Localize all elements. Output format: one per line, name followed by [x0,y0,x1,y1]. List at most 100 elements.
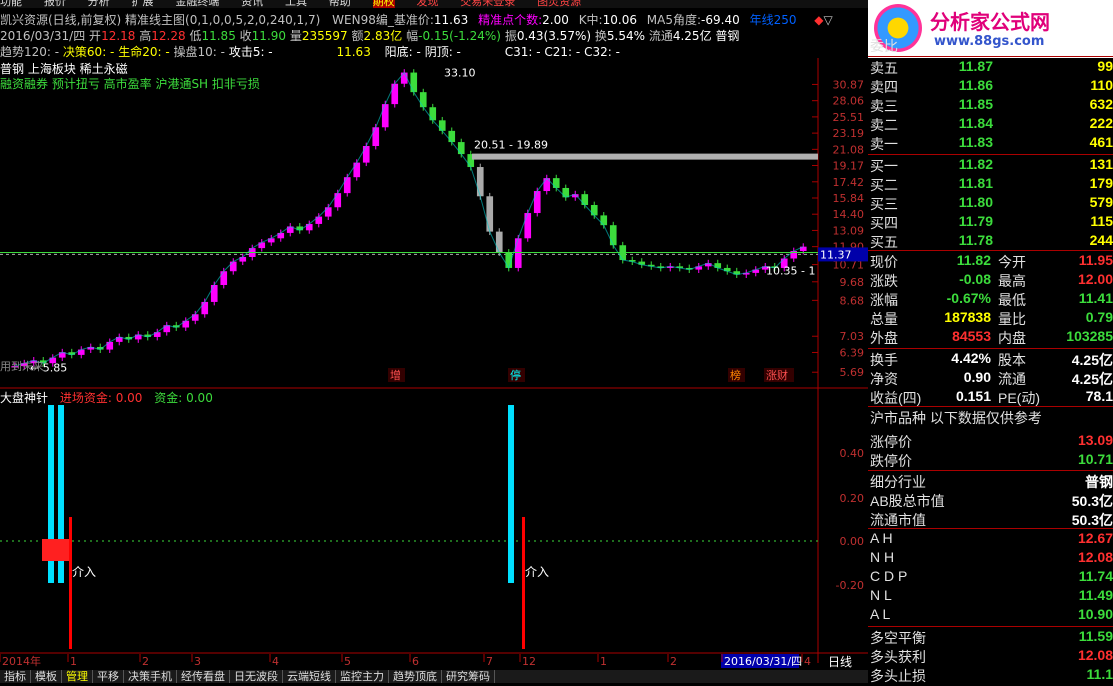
tab-chips[interactable]: 研究筹码 [442,670,495,683]
sell-price: 11.85 [958,96,993,112]
stat-value: 4.25亿 [1071,352,1113,368]
sell-label: 卖一 [870,136,898,152]
menu-item[interactable]: 报价 [44,0,66,8]
buy-row[interactable]: 买五 11.78 244 [868,232,1113,251]
tab-indicator[interactable]: 指标 [0,670,31,683]
stat-label: 股本 [998,352,1026,368]
time-label: 5 [344,655,351,668]
stat-label: 内盘 [998,330,1026,346]
candle-body [429,107,437,121]
menu-item[interactable]: 分析 [88,0,110,8]
buy-volume: 131 [1089,156,1113,172]
triangle-icon[interactable]: ▽ [824,13,833,27]
tab-jingchuan[interactable]: 经传看盘 [177,670,230,683]
menu-item[interactable]: 图灵资源 [537,0,581,8]
buy-row[interactable]: 买一 11.82 131 [868,156,1113,175]
cyan-signal-bar [508,405,514,583]
menu-item[interactable]: 资讯 [241,0,263,8]
trend-value: 趋势120: - [0,45,60,59]
stat-row: 总量 187838 量比 0.79 [868,309,1113,328]
op-value: 操盘10: - [173,45,225,59]
menu-item[interactable]: 帮助 [329,0,351,8]
menu-item[interactable]: 工具 [285,0,307,8]
buy-row[interactable]: 买二 11.81 179 [868,175,1113,194]
tab-decision[interactable]: 决策手机 [124,670,177,683]
level-label: A H [870,530,893,546]
sub-tick-label: 0.00 [840,535,865,548]
info-row: 细分行业 普钢 [868,472,1113,491]
stat-label: 总量 [870,311,898,327]
tab-shift[interactable]: 平移 [93,670,124,683]
info-value: 50.3亿 [1071,493,1113,509]
time-label: 12 [522,655,536,668]
red-signal-line [522,517,525,649]
candle-body [106,341,114,350]
time-label: 4 [272,655,279,668]
candle-body [353,162,361,178]
stat-value: 84553 [952,328,991,344]
time-label: 2 [142,655,149,668]
buy-row[interactable]: 买四 11.79 115 [868,213,1113,232]
level-row: C D P 11.74 [868,568,1113,587]
sell-row[interactable]: 卖一 11.83 461 [868,134,1113,153]
kline-chart[interactable]: 30.87 28.06 25.51 23.19 21.08 19.17 17.42 15.84… [0,58,868,670]
level-row: N L 11.49 [868,587,1113,606]
future-hint: 用到未来 [0,360,44,373]
level-value: 10.90 [1077,606,1113,622]
tab-cloud[interactable]: 云端短线 [283,670,336,683]
time-label: 7 [486,655,493,668]
sell-label: 卖二 [870,117,898,133]
tab-manage[interactable]: 管理 [62,670,93,683]
price-tick-label: 21.08 [833,143,865,156]
divider [868,250,1113,251]
sell-row[interactable]: 卖二 11.84 222 [868,115,1113,134]
turn-label: 换 [594,29,607,43]
menu-item[interactable]: 功能 [0,0,22,8]
menu-item[interactable]: 金融终端 [175,0,219,8]
divider [868,626,1113,627]
quote-date: 2016/03/31/四 [0,29,86,43]
menu-item[interactable]: 发现 [416,0,438,8]
header-line-1: 凯兴资源(日线,前复权) 精准线主图(0,1,0,0,5,2,0,240,1,7… [0,11,833,28]
indicator-title: 精准线主图(0,1,0,0,5,2,0,240,1,7) [125,13,321,27]
candle-body [410,72,418,93]
menu-item[interactable]: 期权 [372,0,395,8]
stat-label: 现价 [870,254,898,270]
level-label: N L [870,587,892,603]
info-row: AB股总市值 50.3亿 [868,491,1113,510]
stat2-row: 收益(四) 0.151 PE(动) 78.1 [868,388,1113,407]
limit-row: 跌停价 10.71 [868,451,1113,470]
stat-label: 流通 [998,371,1026,387]
candle-body [210,284,218,302]
level-row: N H 12.08 [868,549,1113,568]
sub-title[interactable]: 大盘神针 [0,391,48,405]
sell-row[interactable]: 卖五 11.87 99 [868,58,1113,77]
menu-item[interactable]: 交易未登录 [460,0,515,8]
stat-row: 涨幅 -0.67% 最低 11.41 [868,290,1113,309]
open-label: 开 [89,29,102,43]
sell-volume: 110 [1090,77,1113,93]
tab-template[interactable]: 模板 [31,670,62,683]
tab-monitor[interactable]: 监控主力 [336,670,389,683]
tab-trend[interactable]: 趋势顶底 [389,670,442,683]
menu-item[interactable]: 扩展 [131,0,153,8]
turn-value: 5.54% [606,29,645,43]
buy-row[interactable]: 买三 11.80 579 [868,194,1113,213]
price-tick-label: 28.06 [833,95,865,108]
tab-band[interactable]: 日无波段 [230,670,283,683]
time-label: 2014年 [2,654,41,668]
sell-row[interactable]: 卖三 11.85 632 [868,96,1113,115]
stat-value: 12.00 [1077,271,1113,287]
peak-label: 33.10 [444,67,476,80]
info-row: 流通市值 50.3亿 [868,510,1113,529]
sell-row[interactable]: 卖四 11.86 110 [868,77,1113,96]
c31-value: C31: - [504,45,541,59]
buy-label: 买二 [870,177,898,193]
buy-label: 买五 [870,234,898,250]
sell-volume: 99 [1097,58,1113,74]
time-label: 6 [412,655,419,668]
diamond-icon[interactable]: ◆ [814,13,823,27]
amt-label: 额 [351,29,364,43]
sell-label: 卖三 [870,98,898,114]
c32-value: C32: - [584,45,620,59]
